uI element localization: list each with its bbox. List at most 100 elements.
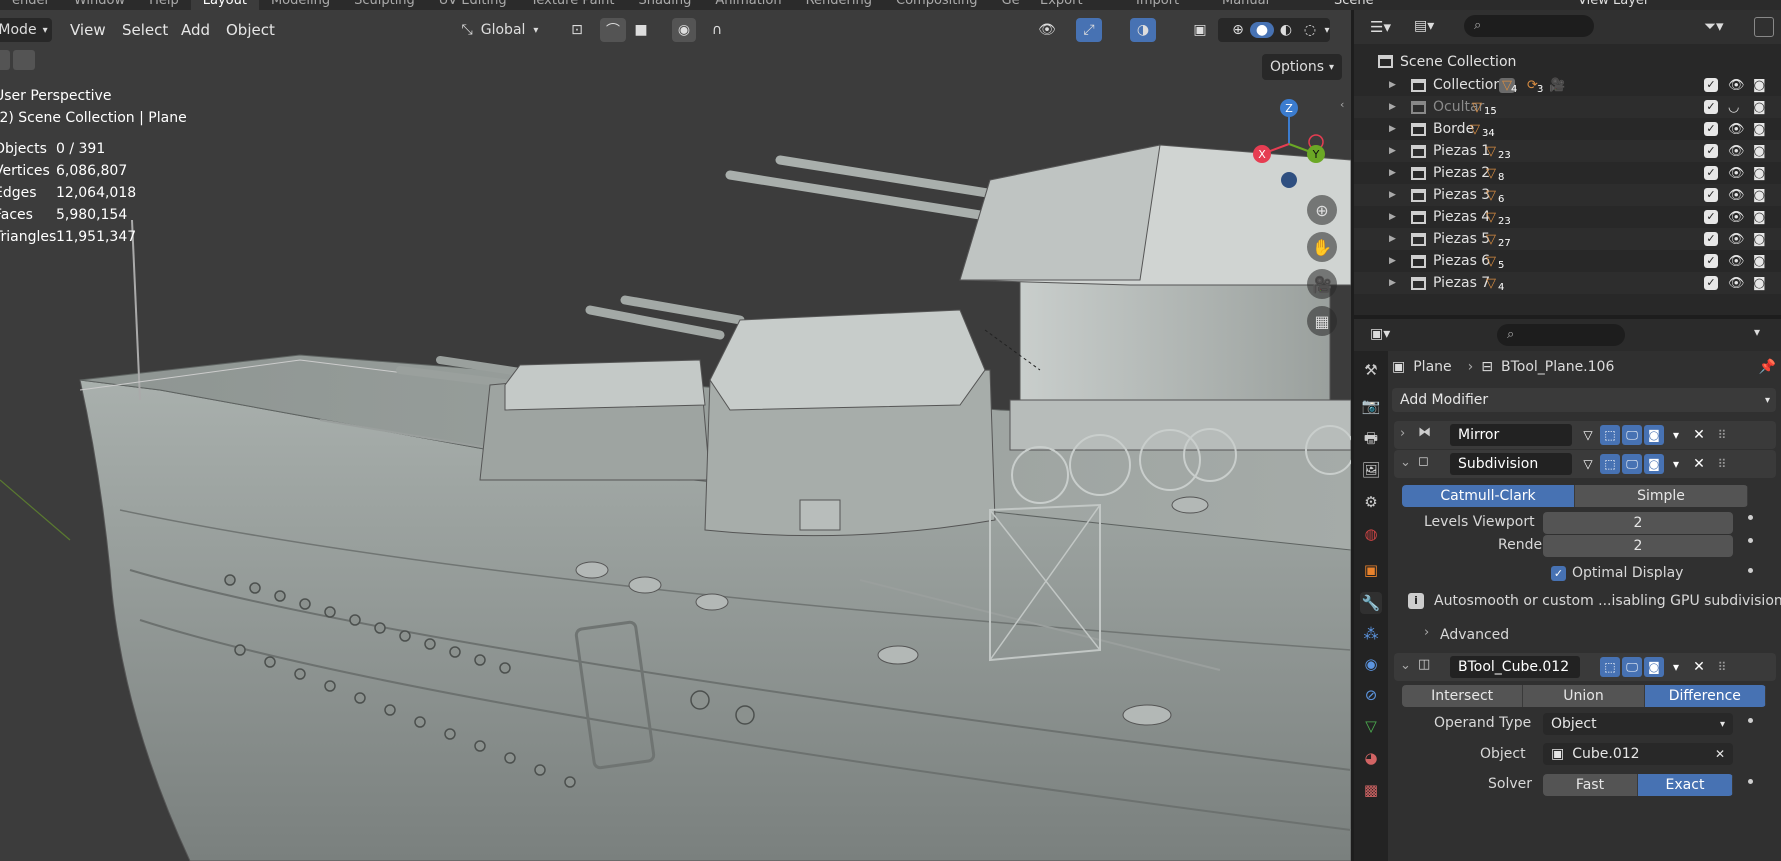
3d-viewport[interactable]: Mode ▾ View Select Add Object ⤡ Global ▾… [0, 10, 1351, 861]
advanced-subpanel[interactable]: Advanced [1440, 627, 1509, 643]
exclude-checkbox[interactable]: ✓ [1704, 78, 1718, 92]
drag-handle-icon[interactable]: ⠿ [1712, 657, 1732, 677]
world-tab-icon[interactable]: ◍ [1360, 523, 1382, 545]
mesh-filter-icon[interactable]: ▽ [1486, 188, 1496, 203]
outliner-root[interactable]: Scene Collection [1354, 49, 1781, 74]
material-tab-icon[interactable]: ◕ [1360, 747, 1382, 769]
chevron-down-icon[interactable]: ▾ [1666, 454, 1686, 474]
exclude-checkbox[interactable]: ✓ [1704, 276, 1718, 290]
viewport-display-icon[interactable]: 🖵 [1622, 425, 1642, 445]
shading-options-button[interactable]: ▾ [1318, 18, 1336, 42]
options-dropdown[interactable]: Options ▾ [1262, 54, 1342, 80]
outliner-row[interactable]: ▶ Piezas 4 ▽ 23 ✓ 👁 ◙ [1354, 206, 1781, 228]
render-tab-icon[interactable]: 📷 [1360, 395, 1382, 417]
animate-dot-icon[interactable] [1748, 718, 1753, 723]
render-camera-icon[interactable]: ◙ [1753, 188, 1766, 203]
expand-arrow-icon[interactable]: ▶ [1389, 146, 1396, 156]
particles-tab-icon[interactable]: ⁂ [1360, 623, 1382, 645]
outliner-row[interactable]: ▶ Collection ▽ 4 ⟳ 3 🎥 ✓ 👁 ◙ [1354, 74, 1781, 96]
eye-closed-icon[interactable]: ◡ [1728, 100, 1739, 115]
render-camera-icon[interactable]: ◙ [1753, 144, 1766, 159]
expand-arrow-icon[interactable]: ▶ [1389, 256, 1396, 266]
mesh-filter-icon[interactable]: ▽ [1486, 210, 1496, 225]
render-camera-icon[interactable]: ◙ [1644, 454, 1664, 474]
pivot-point-button[interactable]: ⊡ [560, 18, 594, 42]
menu-select[interactable]: Select [122, 20, 168, 40]
navigation-gizmo[interactable]: Z X Y [1240, 90, 1340, 200]
eye-icon[interactable]: 👁 [1728, 144, 1745, 159]
expand-arrow-icon[interactable]: ▶ [1389, 168, 1396, 178]
close-icon[interactable]: ✕ [1689, 454, 1709, 474]
eye-icon[interactable]: 👁 [1728, 232, 1745, 247]
exclude-checkbox[interactable]: ✓ [1704, 254, 1718, 268]
render-camera-icon[interactable]: ◙ [1753, 254, 1766, 269]
expand-arrow-icon[interactable]: ▶ [1389, 102, 1396, 112]
workspace-tab-layout[interactable]: Layout [190, 0, 259, 10]
workspace-tab-animation[interactable]: Animation [703, 0, 793, 10]
outliner-row[interactable]: ▶ Piezas 3 ▽ 6 ✓ 👁 ◙ [1354, 184, 1781, 206]
render-camera-icon[interactable]: ◙ [1753, 78, 1766, 93]
outliner-row[interactable]: ▶ Piezas 5 ▽ 27 ✓ 👁 ◙ [1354, 228, 1781, 250]
edit-mode-icon[interactable]: ⬚ [1600, 454, 1620, 474]
menu-blender[interactable]: ender [0, 0, 62, 10]
mesh-filter-icon[interactable]: ▽ [1486, 144, 1496, 159]
workspace-tab-texture-paint[interactable]: Texture Paint [519, 0, 627, 10]
mesh-filter-icon[interactable]: ▽ [1486, 166, 1496, 181]
workspace-tab-rendering[interactable]: Rendering [794, 0, 884, 10]
select-extend-icon[interactable] [13, 50, 35, 70]
display-mode-icon[interactable]: ▤▾ [1414, 18, 1434, 34]
object-field[interactable]: ▣ Cube.012 ✕ [1543, 743, 1733, 765]
mesh-filter-icon[interactable]: ▽ [1472, 100, 1482, 115]
perspective-grid-icon[interactable]: ▦ [1307, 306, 1337, 336]
export-button[interactable]: Export [1040, 0, 1083, 10]
render-camera-icon[interactable]: ◙ [1753, 166, 1766, 181]
texture-tab-icon[interactable]: ▩ [1360, 779, 1382, 801]
render-camera-icon[interactable]: ◙ [1753, 122, 1766, 137]
workspace-tab-geometry[interactable]: Ge [990, 0, 1032, 10]
drag-handle-icon[interactable]: ⠿ [1712, 425, 1732, 445]
eye-icon[interactable]: 👁 [1728, 210, 1745, 225]
animate-dot-icon[interactable] [1748, 779, 1753, 784]
new-collection-icon[interactable] [1754, 17, 1774, 37]
select-box-icon[interactable] [0, 50, 10, 70]
chevron-down-icon[interactable]: ▾ [1666, 657, 1686, 677]
mesh-filter-icon[interactable]: ▽ [1470, 122, 1480, 137]
outliner-row[interactable]: ▶ Borde ▽ 34 ✓ 👁 ◙ [1354, 118, 1781, 140]
collapse-arrow-icon[interactable]: ⌄ [1400, 455, 1411, 470]
view-layer-tab-icon[interactable]: 🖼 [1360, 459, 1382, 481]
outliner-row[interactable]: ▶ Ocultar ▽ 15 ✓ ◡ ◙ [1354, 96, 1781, 118]
render-camera-icon[interactable]: ◙ [1753, 210, 1766, 225]
render-levels-field[interactable]: 2 [1543, 535, 1733, 557]
chevron-down-icon[interactable]: ▾ [1666, 425, 1686, 445]
overlays-toggle[interactable]: ◑ [1130, 18, 1156, 42]
menu-window[interactable]: Window [62, 0, 137, 10]
zoom-icon[interactable]: ⊕ [1307, 195, 1337, 225]
data-tab-icon[interactable]: ▽ [1360, 715, 1382, 737]
manual-button[interactable]: Manual [1222, 0, 1269, 10]
workspace-tab-modeling[interactable]: Modeling [259, 0, 342, 10]
exact-solver-option[interactable]: Exact [1638, 774, 1733, 796]
eye-icon[interactable]: 👁 [1728, 122, 1745, 137]
subdivision-name-field[interactable]: Subdivision [1450, 453, 1572, 475]
eye-icon[interactable]: 👁 [1728, 254, 1745, 269]
catmull-clark-option[interactable]: Catmull-Clark [1402, 485, 1575, 507]
pan-hand-icon[interactable]: ✋ [1307, 232, 1337, 262]
camera-icon[interactable]: 🎥 [1549, 78, 1565, 93]
exclude-checkbox[interactable]: ✓ [1704, 166, 1718, 180]
fast-solver-option[interactable]: Fast [1543, 774, 1638, 796]
exclude-checkbox[interactable]: ✓ [1704, 144, 1718, 158]
eye-icon[interactable]: 👁 [1728, 78, 1745, 93]
exclude-checkbox[interactable]: ✓ [1704, 188, 1718, 202]
constraints-tab-icon[interactable]: ⊘ [1360, 684, 1382, 706]
animate-dot-icon[interactable] [1748, 515, 1753, 520]
editor-type-icon[interactable]: ▣▾ [1370, 326, 1390, 342]
add-modifier-dropdown[interactable]: Add Modifier ▾ [1392, 388, 1776, 412]
animate-dot-icon[interactable] [1748, 568, 1753, 573]
expand-arrow-icon[interactable]: ▶ [1389, 234, 1396, 244]
expand-arrow-icon[interactable]: ▶ [1389, 212, 1396, 222]
snap-target-button[interactable]: ■ [628, 18, 654, 42]
pin-icon[interactable]: 📌 [1759, 359, 1776, 375]
chevron-left-icon[interactable]: ‹ [1340, 98, 1344, 111]
wireframe-shading-icon[interactable]: ⊕ [1226, 22, 1250, 38]
visibility-selector[interactable]: 👁 [1030, 18, 1064, 42]
